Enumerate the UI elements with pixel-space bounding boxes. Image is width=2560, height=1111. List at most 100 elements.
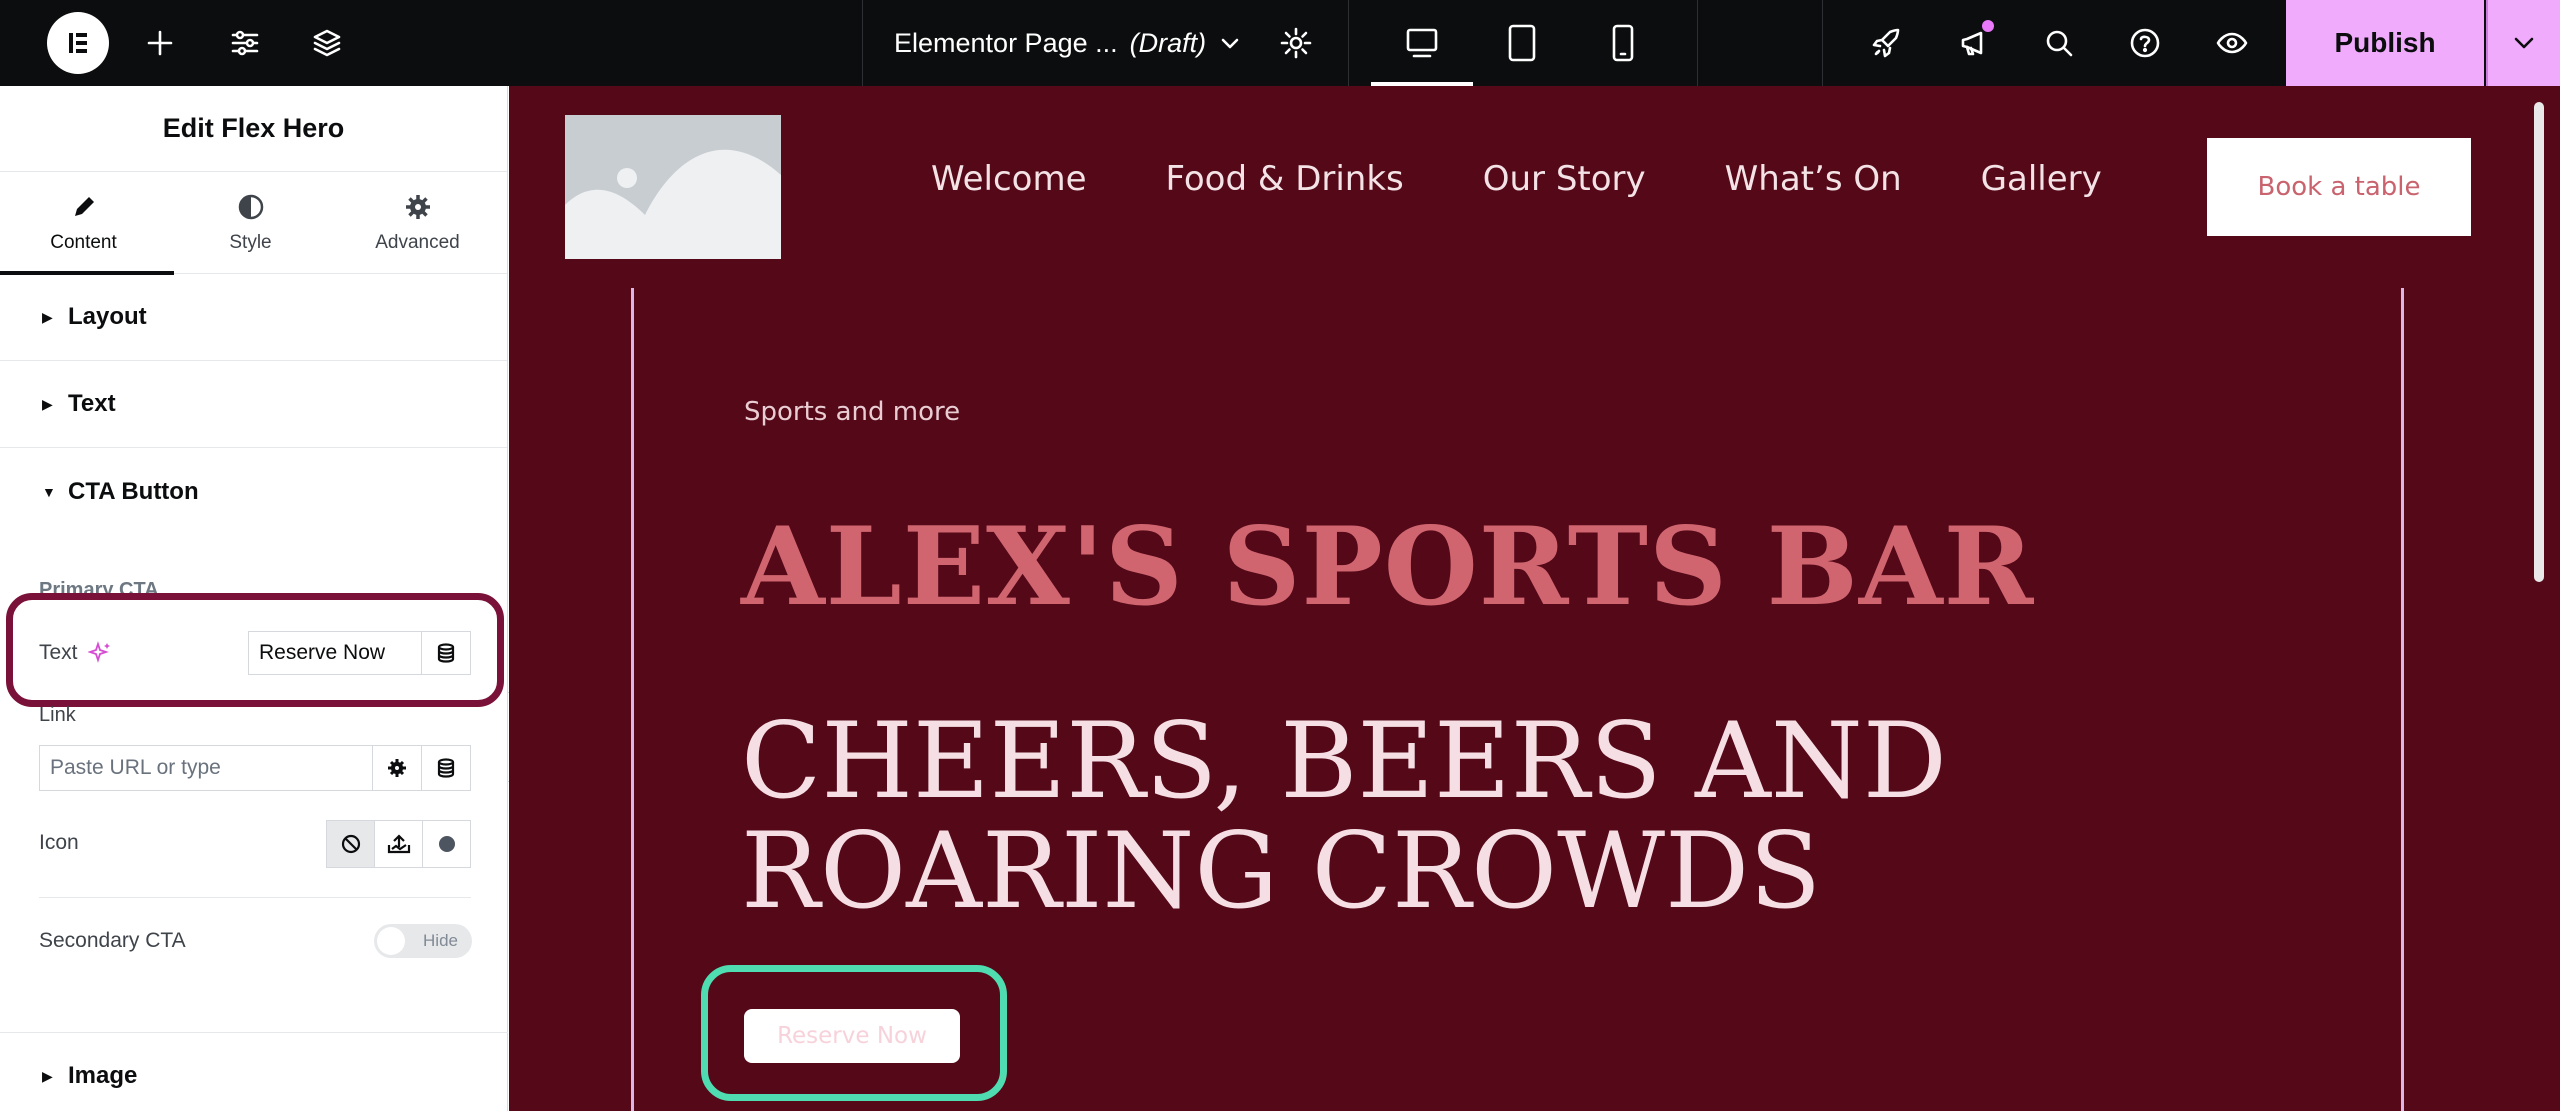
add-element-button[interactable] (138, 0, 182, 86)
toggle-knob (377, 927, 405, 955)
help-icon (2130, 28, 2160, 58)
page-title-dropdown[interactable]: Elementor Page ... (Draft) (894, 0, 1242, 86)
elementor-logo-button[interactable] (46, 0, 110, 86)
search-icon (2046, 30, 2073, 57)
tab-content[interactable]: Content (0, 172, 167, 273)
cta-text-input[interactable]: Reserve Now (248, 631, 422, 675)
eye-icon (2216, 32, 2248, 54)
icon-upload-option[interactable] (374, 820, 423, 868)
section-label: Image (68, 1062, 138, 1089)
canvas-scrollbar[interactable] (2531, 92, 2547, 592)
link-dynamic-tags-button[interactable] (421, 745, 471, 791)
secondary-cta-toggle[interactable]: Hide (374, 924, 472, 958)
container-guide-left (631, 288, 634, 1111)
divider (39, 897, 471, 898)
toggle-label: Hide (423, 931, 458, 950)
section-label: Text (68, 390, 116, 417)
structure-button[interactable] (302, 0, 352, 86)
nav-item-food-drinks[interactable]: Food & Drinks (1166, 159, 1404, 199)
chevron-down-icon (1221, 38, 1239, 49)
section-text[interactable]: ▶ Text (0, 361, 507, 448)
database-icon (437, 758, 455, 778)
topbar-divider (862, 0, 863, 86)
desktop-icon (1406, 28, 1438, 58)
caret-right-icon: ▶ (42, 1067, 53, 1084)
icon-label: Icon (39, 831, 79, 854)
preview-button[interactable] (2206, 0, 2258, 86)
image-placeholder-icon (565, 115, 781, 259)
ban-icon (341, 834, 360, 854)
page-settings-button[interactable] (1274, 0, 1318, 86)
publish-options-button[interactable] (2486, 0, 2560, 86)
site-launch-button[interactable] (1862, 0, 1912, 86)
tab-label: Content (50, 231, 117, 253)
panel-title: Edit Flex Hero (0, 86, 507, 172)
nav-item-gallery[interactable]: Gallery (1981, 159, 2102, 199)
nav-item-our-story[interactable]: Our Story (1483, 159, 1646, 199)
section-layout[interactable]: ▶ Layout (0, 274, 507, 361)
hero-eyebrow[interactable]: Sports and more (744, 397, 960, 427)
preview-canvas: Welcome Food & Drinks Our Story What’s O… (509, 86, 2560, 1111)
caret-down-icon: ▼ (42, 483, 56, 500)
dynamic-tags-button[interactable] (421, 631, 471, 675)
scrollbar-thumb[interactable] (2534, 102, 2544, 582)
database-icon (437, 643, 455, 663)
tablet-icon (1508, 24, 1536, 62)
mobile-view-button[interactable] (1598, 0, 1648, 86)
topbar-divider (1348, 0, 1349, 86)
site-settings-button[interactable] (220, 0, 270, 86)
plus-icon (147, 30, 173, 56)
site-logo-placeholder[interactable] (565, 115, 781, 259)
tab-label: Advanced (375, 231, 460, 253)
tablet-view-button[interactable] (1497, 0, 1547, 86)
link-options-button[interactable] (372, 745, 422, 791)
editor-topbar: Elementor Page ... (Draft) Publish (0, 0, 2560, 86)
rocket-icon (1872, 28, 1900, 58)
mobile-icon (1612, 24, 1634, 62)
ai-sparkle-icon[interactable] (87, 641, 112, 665)
circle-icon (438, 836, 455, 852)
panel-tabs: Content Style Advanced (0, 172, 507, 275)
hero-headline[interactable]: ALEX'S SPORTS BAR (741, 504, 2034, 630)
search-button[interactable] (2034, 0, 2084, 86)
upload-icon (387, 834, 410, 854)
notifications-button[interactable] (1948, 0, 2002, 86)
gear-icon (405, 194, 430, 219)
nav-item-welcome[interactable]: Welcome (931, 159, 1087, 199)
layers-icon (313, 29, 341, 57)
topbar-divider (1697, 0, 1698, 86)
text-label: Text (39, 641, 78, 664)
caret-right-icon: ▶ (42, 308, 53, 325)
icon-none-option[interactable] (326, 820, 375, 868)
link-label: Link (39, 704, 76, 726)
topbar-divider (1822, 0, 1823, 86)
secondary-cta-label: Secondary CTA (39, 929, 186, 952)
section-cta-button[interactable]: ▼ CTA Button (0, 448, 507, 535)
sliders-icon (231, 30, 259, 56)
hero-subheadline[interactable]: CHEERS, BEERS AND ROARING CROWDS (741, 706, 2141, 926)
book-table-button[interactable]: Book a table (2207, 138, 2471, 236)
page-status: (Draft) (1129, 27, 1207, 58)
chevron-down-icon (2514, 37, 2534, 49)
publish-button[interactable]: Publish (2286, 0, 2484, 86)
tab-label: Style (229, 231, 272, 253)
tab-advanced[interactable]: Advanced (334, 172, 501, 273)
section-label: CTA Button (68, 477, 199, 505)
desktop-view-button[interactable] (1371, 0, 1473, 86)
link-url-input[interactable]: Paste URL or type (39, 745, 373, 791)
help-button[interactable] (2120, 0, 2170, 86)
page-title: Elementor Page ... (894, 27, 1118, 58)
site-nav: Welcome Food & Drinks Our Story What’s O… (931, 159, 2102, 199)
text-control-label: Text (39, 641, 112, 665)
notification-dot (1982, 20, 1994, 32)
icon-library-option[interactable] (422, 820, 471, 868)
reserve-now-button[interactable]: Reserve Now (744, 1009, 960, 1063)
tab-style[interactable]: Style (167, 172, 334, 273)
pencil-icon (74, 196, 94, 216)
half-circle-icon (238, 194, 263, 219)
container-guide-right (2401, 288, 2404, 1111)
primary-cta-heading: Primary CTA (39, 579, 159, 601)
caret-right-icon: ▶ (42, 395, 53, 412)
section-image[interactable]: ▶ Image (0, 1033, 508, 1111)
nav-item-whats-on[interactable]: What’s On (1725, 159, 1902, 199)
